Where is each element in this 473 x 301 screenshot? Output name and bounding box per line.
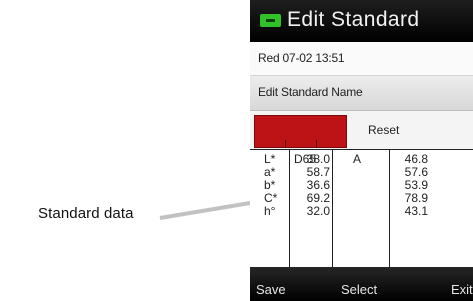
standard-name: Red 07-02 13:51 bbox=[258, 51, 345, 65]
illuminant-2-values: 46.8 57.6 53.9 78.9 43.1 bbox=[400, 153, 428, 218]
softkey-bar: Save Select Exit bbox=[250, 267, 473, 301]
value-h-1: 32.0 bbox=[306, 204, 330, 218]
swatch-reset-row: Reset bbox=[250, 111, 473, 149]
device-screen: Edit Standard Red 07-02 13:51 Edit Stand… bbox=[250, 0, 473, 301]
edit-standard-name-item[interactable]: Edit Standard Name bbox=[250, 76, 473, 111]
label-h: h° bbox=[264, 204, 276, 218]
row-labels: L* a* b* C* h° bbox=[264, 153, 277, 218]
exit-softkey[interactable]: Exit bbox=[451, 282, 473, 297]
select-softkey[interactable]: Select bbox=[341, 282, 377, 297]
title-bar: Edit Standard bbox=[250, 0, 473, 42]
color-swatch bbox=[254, 115, 347, 148]
standard-name-row: Red 07-02 13:51 bbox=[250, 42, 473, 76]
reset-button[interactable]: Reset bbox=[368, 123, 399, 137]
save-softkey[interactable]: Save bbox=[256, 282, 286, 297]
illuminant-2-label: A bbox=[353, 152, 362, 166]
illuminant-1-values: 38.0 58.7 36.6 69.2 32.0 bbox=[294, 153, 330, 218]
screen-title: Edit Standard bbox=[287, 8, 420, 31]
value-h-2: 43.1 bbox=[404, 204, 428, 218]
edit-icon bbox=[260, 14, 281, 27]
standard-data-table: L* a* b* C* h° D65 38.0 58.7 36.6 69.2 3… bbox=[250, 149, 473, 268]
edit-standard-name-label: Edit Standard Name bbox=[258, 85, 363, 99]
